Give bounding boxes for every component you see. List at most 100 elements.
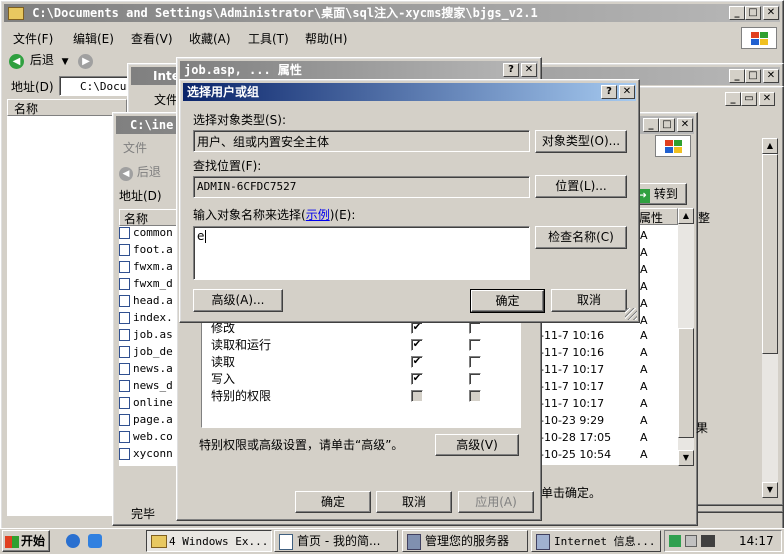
menu-tools[interactable]: 工具(T)	[248, 30, 289, 47]
select-ok-button[interactable]: 确定	[470, 289, 545, 313]
inner-back[interactable]: ◀ 后退	[119, 163, 161, 181]
check-names-button[interactable]: 检查名称(C)	[535, 226, 627, 249]
allow-checkbox[interactable]: ✔	[411, 322, 423, 334]
allow-checkbox[interactable]: ✔	[411, 373, 423, 385]
table-row[interactable]: -11-7 10:17 A	[540, 378, 680, 395]
inner-column-header[interactable]: 名称	[119, 209, 177, 226]
tray-volume-icon[interactable]	[685, 535, 697, 547]
ie-scroll-down-arrow[interactable]: ▼	[762, 482, 778, 498]
ie-maximize-button[interactable]: □	[745, 69, 761, 83]
close-button[interactable]: ✕	[763, 6, 779, 20]
tray-network-icon[interactable]	[669, 535, 681, 547]
system-tray: 14:17	[664, 530, 782, 552]
table-row[interactable]: -10-28 17:05 A	[540, 429, 680, 446]
properties-advanced-button[interactable]: 高级(V)	[435, 434, 519, 456]
properties-help-button[interactable]: ?	[503, 63, 519, 77]
file-row[interactable]: common	[119, 226, 177, 243]
table-row[interactable]: -11-7 10:16 A	[540, 344, 680, 361]
inner-maximize-button[interactable]: □	[659, 118, 675, 132]
allow-checkbox[interactable]: ✔	[411, 356, 423, 368]
quicklaunch-explorer-icon[interactable]	[88, 534, 102, 548]
menu-edit[interactable]: 编辑(E)	[73, 30, 114, 47]
right-restore-button[interactable]: ▭	[741, 92, 757, 106]
select-cancel-button[interactable]: 取消	[551, 289, 627, 312]
ie-scroll-thumb[interactable]	[762, 154, 778, 354]
ie-minimize-button[interactable]: _	[729, 69, 745, 83]
taskbar-item-homepage[interactable]: 首页 - 我的简...	[274, 530, 398, 552]
right-minimize-button[interactable]: _	[725, 92, 741, 106]
resize-grip-icon[interactable]	[625, 308, 637, 320]
scroll-up-arrow[interactable]: ▲	[678, 208, 694, 224]
table-row[interactable]: -10-23 9:29 A	[540, 412, 680, 429]
properties-titlebar[interactable]: job.asp, ... 属性	[180, 61, 538, 79]
menu-help[interactable]: 帮助(H)	[305, 30, 347, 47]
properties-apply-button[interactable]: 应用(A)	[458, 491, 534, 513]
file-row[interactable]: fwxm_d	[119, 277, 177, 294]
ie-scrollbar[interactable]: ▲ ▼	[762, 138, 778, 498]
properties-ok-button[interactable]: 确定	[295, 491, 371, 513]
forward-icon[interactable]: ▶	[78, 54, 94, 69]
table-row[interactable]: -11-7 10:16 A	[540, 327, 680, 344]
deny-checkbox[interactable]	[469, 339, 481, 351]
scroll-down-arrow[interactable]: ▼	[678, 450, 694, 466]
attr-value: A	[640, 229, 648, 242]
file-row[interactable]: index.	[119, 311, 177, 328]
right-scrollbar[interactable]: ▲ ▼	[678, 208, 694, 466]
taskbar-item-server[interactable]: 管理您的服务器	[402, 530, 528, 552]
permission-rows: 修改 ✔ 读取和运行 ✔ 读取 ✔ 写入 ✔ 特别的权限	[211, 320, 511, 405]
file-row[interactable]: xyconn	[119, 447, 177, 464]
select-dialog-titlebar[interactable]: 选择用户或组	[183, 83, 636, 101]
attr-column-header[interactable]: 属性	[634, 208, 678, 225]
quicklaunch-ie-icon[interactable]	[66, 534, 80, 548]
file-row[interactable]: web.co	[119, 430, 177, 447]
file-row[interactable]: head.a	[119, 294, 177, 311]
menu-file[interactable]: 文件(F)	[13, 30, 53, 47]
file-row[interactable]: page.a	[119, 413, 177, 430]
back-icon[interactable]: ◀	[9, 54, 24, 69]
file-row[interactable]: fwxm.a	[119, 260, 177, 277]
properties-cancel-button[interactable]: 取消	[376, 491, 452, 513]
allow-checkbox[interactable]: ✔	[411, 339, 423, 351]
select-close-button[interactable]: ✕	[619, 85, 635, 99]
menu-view[interactable]: 查看(V)	[131, 30, 173, 47]
ie-menu-file[interactable]: 文件	[154, 91, 178, 108]
select-help-button[interactable]: ?	[601, 85, 617, 99]
table-row[interactable]: -11-7 10:17 A	[540, 395, 680, 412]
minimize-button[interactable]: _	[729, 6, 745, 20]
deny-checkbox[interactable]	[469, 356, 481, 368]
file-row[interactable]: job_de	[119, 345, 177, 362]
inner-minimize-button[interactable]: _	[643, 118, 659, 132]
start-button[interactable]: 开始	[2, 530, 50, 552]
explorer-main-titlebar[interactable]: C:\Documents and Settings\Administrator\…	[4, 4, 780, 22]
main-column-header[interactable]: 名称	[7, 99, 127, 116]
file-row[interactable]: news_d	[119, 379, 177, 396]
taskbar-item-explorer[interactable]: 4 Windows Ex...	[146, 530, 272, 552]
location-button[interactable]: 位置(L)...	[535, 175, 627, 198]
ie-scroll-up-arrow[interactable]: ▲	[762, 138, 778, 154]
file-row[interactable]: foot.a	[119, 243, 177, 260]
properties-close-button[interactable]: ✕	[521, 63, 537, 77]
taskbar-item-iis[interactable]: Internet 信息...	[531, 530, 661, 552]
tray-vm-icon[interactable]	[701, 535, 715, 547]
back-label[interactable]: 后退	[30, 53, 54, 67]
inner-menu-file[interactable]: 文件	[123, 139, 147, 156]
table-row[interactable]: -11-7 10:17 A	[540, 361, 680, 378]
object-type-button[interactable]: 对象类型(O)...	[535, 130, 627, 153]
back-dropdown-icon[interactable]: ▼	[62, 57, 69, 67]
scroll-thumb[interactable]	[678, 328, 694, 438]
deny-checkbox[interactable]	[469, 322, 481, 334]
select-advanced-button[interactable]: 高级(A)...	[193, 289, 283, 312]
file-row[interactable]: job.as	[119, 328, 177, 345]
maximize-button[interactable]: □	[745, 6, 761, 20]
file-icon	[119, 363, 130, 375]
table-row[interactable]: -10-25 10:54 A	[540, 446, 680, 463]
deny-checkbox[interactable]	[469, 373, 481, 385]
inner-close-button[interactable]: ✕	[677, 118, 693, 132]
object-names-input[interactable]: e	[193, 226, 530, 280]
ie-close-button[interactable]: ✕	[763, 69, 779, 83]
file-row[interactable]: online	[119, 396, 177, 413]
right-close-button[interactable]: ✕	[759, 92, 775, 106]
examples-link[interactable]: 示例	[306, 208, 330, 222]
menu-favorites[interactable]: 收藏(A)	[189, 30, 231, 47]
file-row[interactable]: news.a	[119, 362, 177, 379]
